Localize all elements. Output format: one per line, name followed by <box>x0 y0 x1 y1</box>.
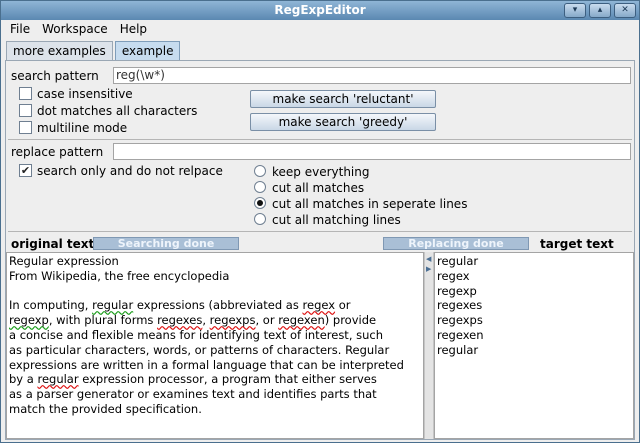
text-line: by a regular expression processor, a pro… <box>9 372 423 387</box>
search-only-label: search only and do not relpace <box>37 164 223 178</box>
target-line: regexes <box>437 298 483 313</box>
cut-matches-separate-lines-label: cut all matches in seperate lines <box>272 197 468 211</box>
text-line: match the provided specification. <box>9 402 423 417</box>
minimize-button[interactable]: ▾ <box>564 3 586 18</box>
dot-matches-all-label: dot matches all characters <box>37 104 198 118</box>
text-segment: expressions (abbreviated as <box>133 298 303 313</box>
target-line: regexps <box>437 313 483 328</box>
menu-workspace[interactable]: Workspace <box>42 20 108 39</box>
app-window: RegExpEditor ▾ ▴ ✕ File Workspace Help m… <box>0 0 640 443</box>
text-line: as particular characters, words, or patt… <box>9 343 423 358</box>
original-text-area[interactable]: Regular expression From Wikipedia, the fr… <box>6 252 424 439</box>
text-line: regexp, with plural forms regexes, regex… <box>9 313 423 328</box>
searching-status: Searching done <box>93 237 239 250</box>
multiline-mode-checkbox[interactable] <box>19 121 32 134</box>
text-segment: , or <box>255 313 279 328</box>
text-segment: a concise and flexible means for identif… <box>9 327 384 342</box>
text-segment: by a <box>9 372 38 387</box>
text-segment: , <box>202 313 210 328</box>
tab-strip: more examples example <box>6 41 182 61</box>
window-controls: ▾ ▴ ✕ <box>564 3 636 18</box>
text-segment: as particular characters, words, or patt… <box>9 342 390 357</box>
search-pattern-label: search pattern <box>11 69 99 83</box>
collapse-right-icon[interactable]: ▶ <box>426 265 432 273</box>
text-line: Regular expression <box>9 254 423 269</box>
text-line: expressions are written in a formal lang… <box>9 358 423 373</box>
keep-everything-radio[interactable] <box>254 165 266 177</box>
spellcheck-word: regexes <box>157 313 203 328</box>
replacing-status: Replacing done <box>383 237 529 250</box>
collapse-left-icon[interactable]: ◀ <box>426 255 432 263</box>
search-pattern-input[interactable]: reg(\w*) <box>113 67 631 84</box>
text-segment: In computing, <box>9 298 93 313</box>
menu-bar: File Workspace Help <box>1 20 639 39</box>
target-line: regular <box>437 254 479 268</box>
split-pane-divider[interactable]: ◀ ▶ <box>424 252 434 439</box>
text-segment <box>9 284 13 298</box>
target-text-label: target text <box>540 237 614 251</box>
title-bar[interactable]: RegExpEditor ▾ ▴ ✕ <box>1 1 639 20</box>
make-greedy-button[interactable]: make search 'greedy' <box>250 113 436 131</box>
make-reluctant-button[interactable]: make search 'reluctant' <box>250 90 436 108</box>
original-text-label: original text <box>11 237 95 251</box>
text-segment: From Wikipedia, the free encyclopedia <box>9 268 230 283</box>
cut-matches-separate-lines-radio[interactable] <box>254 197 266 209</box>
multiline-mode-label: multiline mode <box>37 121 128 135</box>
spellcheck-word: regexps <box>209 313 256 328</box>
example-panel: search pattern reg(\w*) case insensitive… <box>5 60 635 440</box>
close-button[interactable]: ✕ <box>614 3 636 18</box>
text-segment: expression processor, a program that eit… <box>78 372 377 387</box>
cut-matching-lines-label: cut all matching lines <box>272 213 401 227</box>
case-insensitive-checkbox[interactable] <box>19 87 32 100</box>
text-segment: Regular expression <box>9 254 119 268</box>
target-line: regex <box>437 268 470 283</box>
cut-matching-lines-radio[interactable] <box>254 213 266 225</box>
menu-file[interactable]: File <box>10 20 30 39</box>
spellcheck-word: regular <box>37 372 79 387</box>
cut-all-matches-label: cut all matches <box>272 181 365 195</box>
spellcheck-word: regexen <box>278 313 325 328</box>
replace-pattern-label: replace pattern <box>11 145 104 159</box>
keep-everything-label: keep everything <box>272 165 370 179</box>
text-segment: as a parser generator or examines text a… <box>9 387 377 402</box>
menu-help[interactable]: Help <box>120 20 147 39</box>
dot-matches-all-checkbox[interactable] <box>19 104 32 117</box>
spellcheck-word: regex <box>302 298 336 313</box>
search-only-checkbox[interactable]: ✔ <box>19 164 32 177</box>
text-line: a concise and flexible means for identif… <box>9 328 423 343</box>
text-segment: , with plural forms <box>48 313 158 328</box>
target-line: regexen <box>437 327 484 342</box>
text-segment: expressions are written in a formal lang… <box>9 357 404 372</box>
replace-pattern-input[interactable] <box>113 143 631 160</box>
target-line: regexp <box>437 283 477 298</box>
text-segment: or <box>335 298 351 313</box>
text-segment: ) provide <box>324 313 377 328</box>
cut-all-matches-radio[interactable] <box>254 181 266 193</box>
radio-selected-dot <box>257 200 263 206</box>
text-line: as a parser generator or examines text a… <box>9 387 423 402</box>
target-text-area[interactable]: regular regex regexp regexes regexps regexen r… <box>434 252 634 439</box>
spellcheck-word: regular <box>92 298 134 313</box>
target-line: regular <box>437 342 479 357</box>
window-title: RegExpEditor <box>274 3 366 17</box>
tab-more-examples[interactable]: more examples <box>6 41 113 60</box>
separator <box>8 231 632 232</box>
separator <box>8 139 632 140</box>
text-line: From Wikipedia, the free encyclopedia <box>9 269 423 284</box>
maximize-button[interactable]: ▴ <box>589 3 611 18</box>
text-line <box>9 284 423 299</box>
text-line: In computing, regular expressions (abbre… <box>9 298 423 313</box>
tab-example[interactable]: example <box>114 41 181 60</box>
spellcheck-word: regexp <box>9 313 49 328</box>
text-segment: match the provided specification. <box>9 401 202 416</box>
case-insensitive-label: case insensitive <box>37 87 133 101</box>
